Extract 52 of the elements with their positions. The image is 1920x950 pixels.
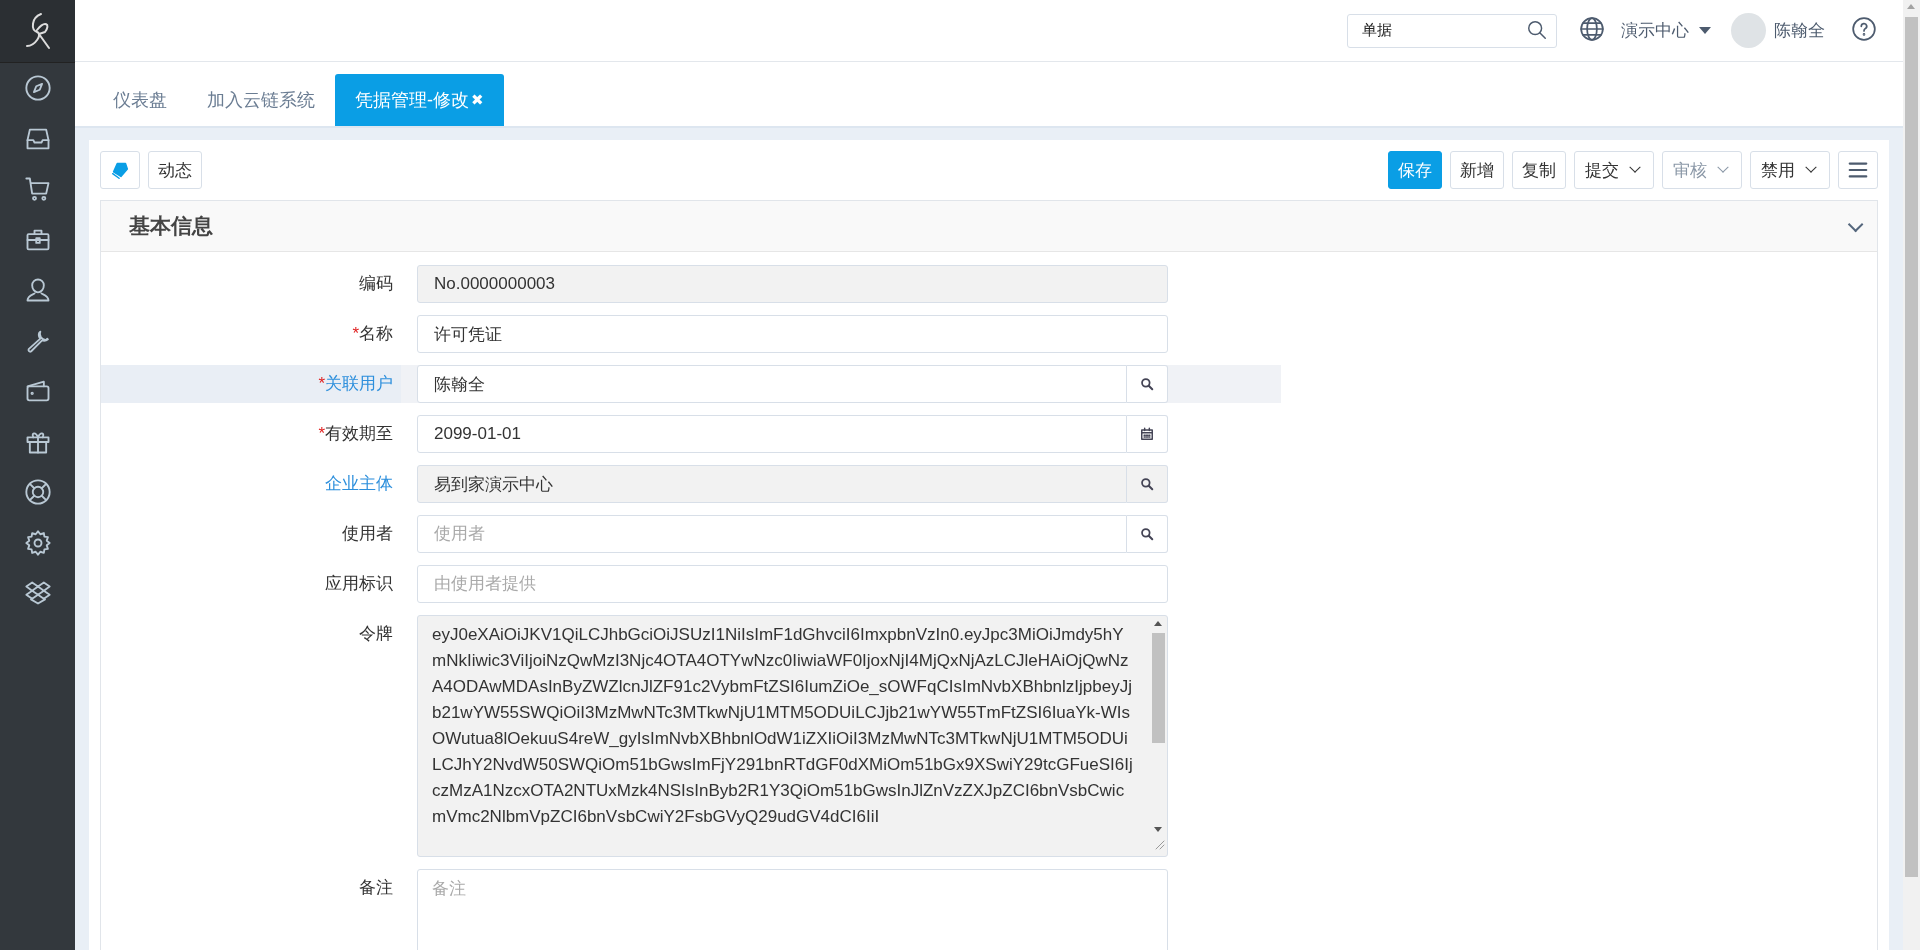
calendar-button[interactable] <box>1127 415 1168 453</box>
section-header[interactable]: 基本信息 <box>101 201 1877 252</box>
compass-icon[interactable] <box>23 74 52 103</box>
scroll-down-icon[interactable] <box>1154 827 1162 832</box>
user-name[interactable]: 陈翰全 <box>1774 19 1825 42</box>
field-label: 使用者 <box>342 523 394 545</box>
tab[interactable]: 加入云链系统 <box>187 74 335 126</box>
scrollbar-thumb[interactable] <box>1152 633 1165 743</box>
scroll-up-icon[interactable] <box>1154 621 1162 626</box>
lookup-button[interactable] <box>1127 515 1168 553</box>
section-title: 基本信息 <box>129 213 214 239</box>
input-field[interactable]: 陈翰全 <box>417 365 1127 403</box>
menu-icon <box>1847 159 1869 181</box>
resize-grip-icon <box>1153 838 1165 850</box>
search-icon <box>1140 377 1154 391</box>
globe-icon[interactable] <box>1579 15 1605 42</box>
search-field[interactable]: 单据 <box>1347 13 1557 48</box>
scrollbar-thumb[interactable] <box>1905 17 1918 877</box>
text-area[interactable]: eyJ0eXAiOiJKV1QiLCJhbGciOiJSUzI1NiIsImF1dGhvciI6ImxpbnVzIn0.eyJpc3MiOiJmdy5hYmNkIiwic3ViIjoiNzQwMzI3Njc4OTA4OTYwNzc0IiwiaWF0IjoxNjI4MjQxNjAzLCJleHAiOjQwNzA4ODAwMDAsInByZWZlcnJlZF91c2VybmFtZSI6IumZiOe_sOWFqCIsImNvbXBhbnlzIjpbeyJjb21wYW55SWQiOiI3MzMwNTc3MTkwNjU1MTM5ODUiLCJjb21wYW55TmFtZSI6IuaYk-WIsOWutua8lOekuuS4reW_gyIsImNvbXBhbnlOdW1iZXIiOiI3MzMwNTc3MTkwNjU1MTM5ODUiLCJhY2NvdW50SWQiOm51bGwsImFjY291bnRTdGF0dXMiOm51bGx9XSwiY29tcGFueSI6IjczMzA1NzcxOTA2NTUxMzk4NSIsInByb2R1Y3QiOm51bGwsInJlZnVzZXJpZCI6bnVsbCwicmVmc2NlbmVpZCI6bnVsbCwiY2FsbGVyQ29udGV4dCI6IiI <box>417 615 1168 857</box>
lifebuoy-icon[interactable] <box>23 478 52 507</box>
input-field[interactable]: 易到家演示中心 <box>417 465 1127 503</box>
field-label: *有效期至 <box>318 423 394 445</box>
toolbar-button[interactable]: 复制 <box>1512 151 1566 189</box>
input-field[interactable]: No.0000000003 <box>417 265 1168 303</box>
field-label: 令牌 <box>359 623 394 645</box>
help-icon[interactable] <box>1851 15 1877 42</box>
input-field[interactable]: 使用者 <box>417 515 1127 553</box>
field-label-link[interactable]: 企业主体 <box>325 465 401 503</box>
field-label: 编码 <box>359 273 394 295</box>
search-icon <box>1140 477 1154 491</box>
gear-icon[interactable] <box>23 528 52 557</box>
dropdown-button[interactable]: 提交 <box>1574 151 1654 189</box>
search-icon[interactable] <box>1526 18 1548 41</box>
tag-button[interactable] <box>100 151 140 189</box>
organization-dropdown[interactable]: 演示中心 <box>1621 19 1711 42</box>
toolbar-button[interactable]: 新增 <box>1450 151 1504 189</box>
field-label-link[interactable]: *关联用户 <box>101 365 401 403</box>
menu-button[interactable] <box>1838 151 1878 189</box>
activity-button[interactable]: 动态 <box>148 151 202 189</box>
calendar-icon <box>1140 427 1154 441</box>
field-label: 应用标识 <box>325 573 394 595</box>
lookup-button[interactable] <box>1127 365 1168 403</box>
search-icon <box>1140 527 1154 541</box>
date-field[interactable]: 2099-01-01 <box>417 415 1127 453</box>
field-label: 备注 <box>359 877 394 899</box>
tab[interactable]: 仪表盘 <box>93 74 187 126</box>
cart-icon[interactable] <box>23 175 52 204</box>
input-field[interactable]: 许可凭证 <box>417 315 1168 353</box>
lookup-button[interactable] <box>1127 465 1168 503</box>
input-field[interactable]: 由使用者提供 <box>417 565 1168 603</box>
field-label: *名称 <box>352 323 394 345</box>
dropdown-button[interactable]: 禁用 <box>1750 151 1830 189</box>
